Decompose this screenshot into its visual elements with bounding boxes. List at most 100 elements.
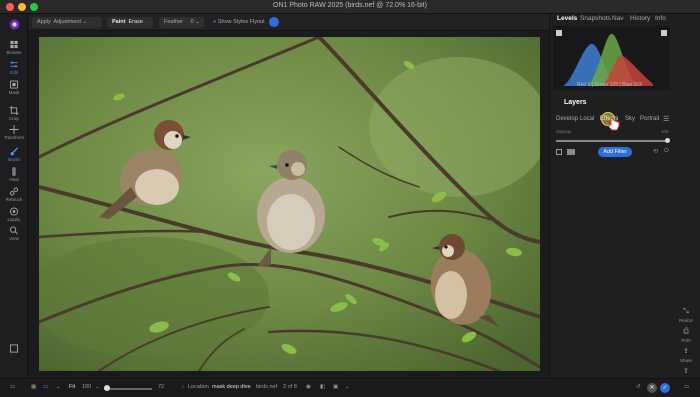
tab-snapshots[interactable]: Snapshots (580, 15, 611, 22)
liquify-icon (9, 207, 19, 216)
feather-control[interactable]: Feather 0 ⌄ (159, 17, 204, 28)
edit-icon (10, 61, 18, 68)
window-title: ON1 Photo RAW 2025 (birds.nef @ 72.0% 16… (273, 2, 427, 9)
photo-birds (39, 37, 540, 371)
print-icon: ⎙ (683, 328, 689, 335)
filter-toggle-icon[interactable] (556, 149, 562, 155)
module-tab-local[interactable]: Local (580, 116, 594, 122)
shadow-clip-icon[interactable] (556, 30, 562, 36)
title-bar: ON1 Photo RAW 2025 (birds.nef @ 72.0% 16… (0, 0, 700, 14)
heal-icon (12, 167, 16, 176)
tool-brush[interactable]: Brush (0, 147, 28, 162)
left-tool-bar: Browse Edit Mask Crop Transform Brush He… (0, 14, 28, 397)
module-tab-portrait[interactable]: Portrait (640, 116, 659, 122)
hand-cursor-icon (608, 117, 620, 131)
tool-browse-label: Browse (6, 50, 22, 55)
tool-edit[interactable]: Edit (0, 60, 28, 75)
menu-icon[interactable]: ☰ (663, 115, 669, 123)
tool-options-bar: Apply Adjustment ⌄ Paint Erase Feather 0… (28, 14, 549, 31)
single-view-icon[interactable]: ▭ (43, 384, 48, 390)
apply-dropdown[interactable]: Apply Adjustment ⌄ (32, 17, 102, 28)
tool-transform-label: Transform (3, 135, 25, 140)
back-chevron-icon[interactable]: ‹ (182, 384, 184, 390)
compare-icon[interactable]: ▣ (333, 384, 338, 390)
image-counter: 2 of 8 (283, 384, 297, 390)
adjustment-value: Adjustment (53, 19, 82, 25)
right-panel-toggle-icon[interactable]: ▭ (684, 384, 689, 390)
opacity-value: 100 (661, 129, 669, 134)
view-icon (9, 226, 18, 235)
status-bar: ▭ ▦ ▭ ⌄ Fit 100 ⌄ 72 ‹ Location mask dee… (0, 378, 700, 397)
styles-flyout-button[interactable] (269, 17, 279, 27)
undo-icon[interactable]: ↺ (636, 384, 641, 390)
done-button[interactable]: ✓ (660, 383, 670, 393)
resize-icon: ⤡ (683, 308, 689, 315)
tool-view-label: View (9, 236, 19, 241)
slider-value: 72 (158, 384, 165, 390)
layers-toggle-icon (9, 344, 19, 353)
tab-levels[interactable]: Levels (557, 15, 577, 22)
tab-nav[interactable]: Nav (612, 15, 624, 22)
filename: birds.nef (256, 384, 278, 390)
reset-icon[interactable]: ⟲ (653, 148, 658, 155)
location-value[interactable]: mask deep dive (212, 384, 251, 390)
chevron-right-icon: › (249, 384, 251, 390)
preview-eye-icon[interactable]: ◉ (306, 384, 311, 390)
add-filter-button[interactable]: Add Filter (598, 147, 632, 157)
radio-checked-icon: ● (213, 19, 217, 25)
retouch-icon (9, 187, 19, 196)
feather-label: Feather (164, 19, 183, 25)
view-menu-icon[interactable]: ⌄ (56, 384, 61, 390)
mask-thumb-icon[interactable] (567, 149, 575, 155)
module-tab-sky[interactable]: Sky (625, 116, 635, 122)
layers-title: Layers (564, 99, 587, 106)
highlight-clip-icon[interactable] (661, 30, 667, 36)
zoom-chevron-icon[interactable]: ⌄ (95, 384, 100, 390)
opacity-label: Opacity (556, 129, 572, 134)
tool-liquify[interactable]: Liquify (0, 207, 28, 222)
zoom-value[interactable]: 100 (82, 384, 91, 390)
compare-chevron-icon[interactable]: ⌄ (345, 384, 350, 390)
tab-history[interactable]: History (630, 15, 650, 22)
on1-logo-icon (9, 19, 19, 30)
power-icon[interactable]: ⏻ (664, 148, 669, 155)
crop-icon (9, 106, 19, 115)
browse-icon (10, 40, 18, 49)
tool-retouch[interactable]: Retouch (0, 187, 28, 202)
tool-view[interactable]: View (0, 226, 28, 241)
zoom-slider[interactable] (104, 388, 152, 390)
photo-canvas[interactable] (39, 37, 540, 371)
share-icon: ⇪ (683, 348, 689, 355)
opacity-slider[interactable] (556, 140, 667, 142)
chevron-down-icon: ⌄ (82, 19, 88, 25)
app-logo (0, 19, 28, 30)
chevron-down-icon: ⌄ (195, 19, 200, 25)
tool-heal[interactable]: Heal (0, 167, 28, 182)
feather-value: 0 (190, 19, 194, 25)
tool-crop[interactable]: Crop (0, 106, 28, 121)
panel-toggle-icon[interactable]: ▭ (10, 384, 15, 390)
histogram (553, 26, 670, 90)
tool-crop-label: Crop (9, 116, 19, 121)
before-after-icon[interactable]: ◧ (320, 384, 325, 390)
fit-button[interactable]: Fit (69, 384, 75, 390)
tool-mask[interactable]: Mask (0, 80, 28, 95)
tool-liquify-label: Liquify (7, 217, 21, 222)
tool-extra[interactable] (0, 344, 28, 353)
export-icon: ⇧ (683, 368, 689, 375)
paint-option[interactable]: Paint (112, 19, 125, 25)
tool-edit-label: Edit (10, 70, 18, 75)
tool-mask-label: Mask (8, 90, 20, 95)
paint-erase-toggle[interactable]: Paint Erase (107, 17, 153, 28)
tool-transform[interactable]: Transform (0, 125, 28, 140)
grid-view-icon[interactable]: ▦ (31, 384, 36, 390)
tab-info[interactable]: Info (655, 15, 666, 22)
brush-icon (10, 147, 19, 156)
tool-browse[interactable]: Browse (0, 40, 28, 55)
cancel-button[interactable]: ✕ (647, 383, 657, 393)
opacity-slider-handle[interactable] (665, 138, 670, 143)
zoom-slider-handle[interactable] (104, 385, 110, 391)
mask-icon (9, 80, 19, 89)
erase-option[interactable]: Erase (129, 19, 143, 25)
module-tab-develop[interactable]: Develop (556, 116, 578, 122)
